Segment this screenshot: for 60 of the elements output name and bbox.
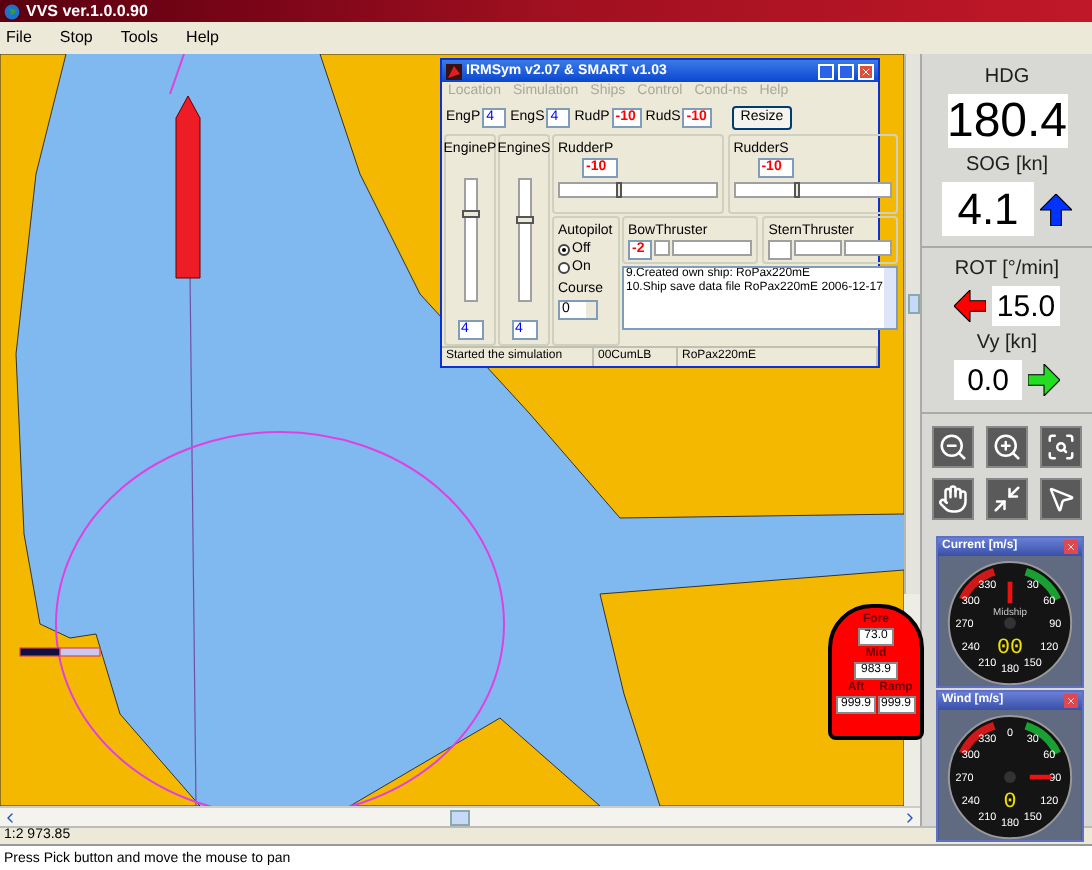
instrument-label: ROT [°/min] [954,258,1060,282]
input-field[interactable] [768,240,793,260]
digital-readout: 0 [1003,790,1017,815]
arrows-inward-icon [992,484,1022,514]
vertical-scrollbar[interactable] [884,268,897,328]
instrument-readout: 4.1 [942,182,1034,236]
close-button[interactable] [1064,693,1078,708]
close-icon [860,65,872,77]
pan-button[interactable] [932,478,974,520]
scrollbar-thumb[interactable] [450,809,470,825]
instrument-readout: 0.0 [954,360,1022,400]
input-field[interactable] [654,240,670,256]
digital-readout: 00 [997,636,1023,661]
slider-track[interactable] [733,182,893,198]
scrollbar-thumb[interactable] [907,294,919,314]
slider-thumb[interactable] [515,215,533,224]
close-button[interactable] [858,63,874,79]
input-field[interactable] [794,240,843,256]
zoom-area-icon [1046,432,1076,462]
radio-button[interactable] [558,262,570,274]
instrument-label: SOG [kn] [965,154,1049,178]
dial-needle [1029,774,1052,780]
zoom-out-button[interactable] [932,426,974,468]
fit-view-button[interactable] [986,478,1028,520]
input-field[interactable] [672,240,753,256]
minimize-button[interactable] [818,63,834,79]
app-icon [446,63,462,79]
slider-track[interactable] [463,177,477,301]
globe-icon [4,3,20,19]
input-field[interactable] [844,240,893,256]
menu-item[interactable]: Help [186,28,219,48]
menu-item[interactable]: Stop [59,28,93,48]
slider-track[interactable] [558,182,718,198]
close-button[interactable] [1064,539,1078,554]
horizontal-scrollbar[interactable] [0,806,920,826]
slider-thumb[interactable] [461,210,479,219]
menu-item[interactable]: File [6,28,32,48]
ship-icon[interactable] [175,95,201,279]
zoom-out-icon [938,432,968,462]
radio-button[interactable] [558,244,570,256]
slider-thumb[interactable] [615,182,622,198]
window-title: VVS ver.1.0.0.90 [26,2,148,20]
scale-bar [19,647,101,657]
pointer-button[interactable] [1040,478,1082,520]
pointer-icon [1046,484,1076,514]
slider-track[interactable] [517,177,531,301]
maximize-button[interactable] [838,63,854,79]
instrument-readout: 180.4 [947,94,1067,148]
zoom-in-button[interactable] [986,426,1028,468]
instrument-label: Vy [kn] [976,332,1038,356]
vertical-scrollbar[interactable] [904,54,920,594]
zoom-in-icon [992,432,1022,462]
zoom-window-button[interactable] [1040,426,1082,468]
dial-needle [1007,581,1013,604]
instrument-label: HDG [984,66,1030,90]
route-line [169,54,185,95]
menu-item[interactable]: Tools [120,28,159,48]
instrument-readout: 15.0 [992,286,1060,326]
hand-icon [938,484,968,514]
slider-thumb[interactable] [793,182,800,198]
